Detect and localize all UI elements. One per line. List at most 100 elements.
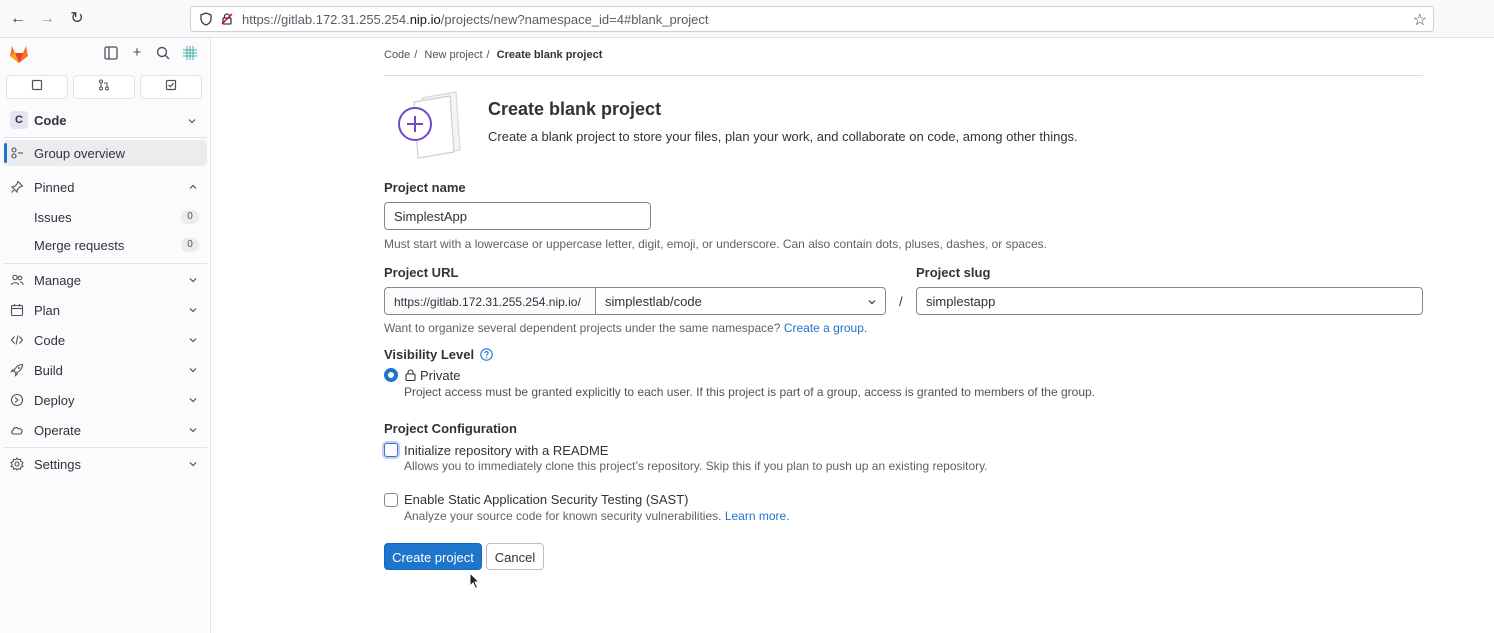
sidebar-item-operate[interactable]: Operate — [4, 417, 207, 443]
issues-icon — [31, 79, 43, 91]
namespace-value: simplestlab/code — [605, 294, 702, 309]
sidebar-item-issues[interactable]: Issues 0 — [4, 204, 207, 230]
group-avatar: C — [10, 111, 28, 129]
learn-more-link[interactable]: Learn more. — [725, 509, 790, 523]
grid-icon[interactable] — [182, 45, 198, 61]
visibility-private-description: Project access must be granted explicitl… — [404, 385, 1096, 399]
cancel-button[interactable]: Cancel — [486, 543, 544, 570]
code-icon — [10, 335, 24, 345]
sidebar-toggle-icon[interactable] — [103, 45, 119, 61]
merge-requests-quick-button[interactable] — [73, 75, 135, 99]
namespace-select[interactable]: simplestlab/code — [596, 287, 886, 315]
reload-icon[interactable]: ↻ — [67, 9, 87, 29]
count-badge: 0 — [181, 210, 199, 224]
project-configuration-label: Project Configuration — [384, 421, 517, 436]
shield-icon — [200, 12, 212, 26]
url-slash-separator: / — [899, 294, 903, 309]
gitlab-logo-icon[interactable] — [8, 43, 30, 65]
readme-help: Allows you to immediately clone this pro… — [404, 459, 988, 473]
address-bar[interactable]: https://gitlab.172.31.255.254.nip.io/pro… — [190, 6, 1434, 32]
chevron-up-icon — [189, 184, 197, 189]
todo-quick-button[interactable] — [140, 75, 202, 99]
sast-checkbox[interactable] — [384, 493, 398, 507]
sidebar-item-label: Merge requests — [34, 238, 125, 253]
sidebar-item-label: Build — [34, 363, 63, 378]
sast-checkbox-label: Enable Static Application Security Testi… — [404, 492, 689, 507]
sidebar-divider — [4, 137, 207, 138]
breadcrumb-item[interactable]: Code — [384, 49, 410, 61]
project-slug-input[interactable] — [916, 287, 1423, 315]
page-title: Create blank project — [488, 99, 662, 119]
sidebar-divider — [4, 263, 207, 264]
sidebar-item-merge-requests[interactable]: Merge requests 0 — [4, 232, 207, 258]
create-group-link[interactable]: Create a group. — [784, 321, 867, 335]
cloud-icon — [11, 427, 23, 435]
readme-checkbox[interactable] — [384, 443, 398, 457]
breadcrumb-current: Create blank project — [496, 49, 603, 61]
sidebar-item-label: Pinned — [34, 180, 75, 195]
project-name-input[interactable] — [384, 202, 651, 230]
blank-project-illustration-icon — [398, 91, 461, 159]
users-icon — [10, 274, 24, 286]
page-subtitle: Create a blank project to store your fil… — [488, 129, 1078, 144]
chevron-down-icon — [189, 278, 197, 283]
context-label: Code — [34, 113, 67, 128]
question-circle-icon[interactable] — [479, 348, 493, 361]
visibility-label: Visibility Level — [384, 346, 493, 362]
chevron-down-icon — [189, 398, 197, 403]
calendar-icon — [10, 304, 24, 317]
sidebar-item-group-overview[interactable]: Group overview — [4, 140, 207, 166]
sidebar-item-label: Plan — [34, 303, 61, 318]
breadcrumb-separator: / — [486, 49, 490, 61]
sidebar-item-label: Settings — [34, 457, 81, 472]
create-project-button[interactable]: Create project — [384, 543, 482, 570]
bookmark-star-icon[interactable]: ☆ — [1413, 10, 1427, 30]
sidebar-item-label: Operate — [34, 423, 81, 438]
forward-arrow-icon[interactable]: → — [37, 9, 57, 29]
chevron-down-icon — [189, 368, 197, 373]
browser-toolbar: ← → ↻ https://gitlab.172.31.255.254.nip.… — [0, 0, 1494, 38]
chevron-down-icon — [189, 338, 197, 343]
sidebar-item-label: Group overview — [34, 146, 126, 161]
sidebar-item-deploy[interactable]: Deploy — [4, 387, 207, 413]
chevron-down-icon — [189, 308, 197, 313]
sidebar-top: + — [0, 38, 211, 70]
chevron-down-icon — [188, 119, 196, 124]
context-switcher[interactable]: C Code — [6, 108, 206, 134]
project-name-help: Must start with a lowercase or uppercase… — [384, 237, 1047, 251]
sidebar-item-build[interactable]: Build — [4, 357, 207, 383]
todo-icon — [165, 79, 177, 91]
project-url-prefix: https://gitlab.172.31.255.254.nip.io/ — [384, 287, 596, 315]
chevron-down-icon — [189, 428, 197, 433]
project-slug-label: Project slug — [916, 265, 991, 280]
visibility-private-radio[interactable] — [384, 368, 398, 382]
sidebar-item-label: Code — [34, 333, 66, 348]
breadcrumb-separator: / — [414, 49, 418, 61]
sidebar-section-pinned[interactable]: Pinned — [4, 174, 207, 200]
merge-request-icon — [99, 79, 109, 91]
chevron-down-icon — [868, 300, 876, 305]
sidebar-item-manage[interactable]: Manage — [4, 267, 207, 293]
sidebar-item-label: Issues — [34, 210, 72, 225]
search-icon[interactable] — [155, 45, 171, 61]
readme-checkbox-label: Initialize repository with a README — [404, 443, 609, 458]
sast-help: Analyze your source code for known secur… — [404, 509, 790, 523]
sidebar-item-plan[interactable]: Plan — [4, 297, 207, 323]
rocket-icon — [10, 363, 24, 377]
project-name-label: Project name — [384, 180, 466, 195]
issues-quick-button[interactable] — [6, 75, 68, 99]
project-url-label: Project URL — [384, 265, 459, 280]
project-url-help: Want to organize several dependent proje… — [384, 321, 868, 335]
header-divider — [384, 75, 1423, 76]
breadcrumb-item[interactable]: New project — [424, 49, 482, 61]
sidebar-item-code[interactable]: Code — [4, 327, 207, 353]
back-arrow-icon[interactable]: ← — [8, 9, 28, 29]
deploy-icon — [10, 393, 24, 407]
sidebar: + C Code Group overview Pinned Issues 0 … — [0, 38, 211, 633]
settings-gear-icon — [10, 457, 24, 471]
url-text: https://gitlab.172.31.255.254.nip.io/pro… — [242, 12, 709, 27]
sidebar-item-settings[interactable]: Settings — [4, 451, 207, 477]
plus-icon[interactable]: + — [129, 45, 145, 61]
chevron-down-icon — [189, 462, 197, 467]
breadcrumb: Code / New project / Create blank project — [384, 49, 606, 61]
